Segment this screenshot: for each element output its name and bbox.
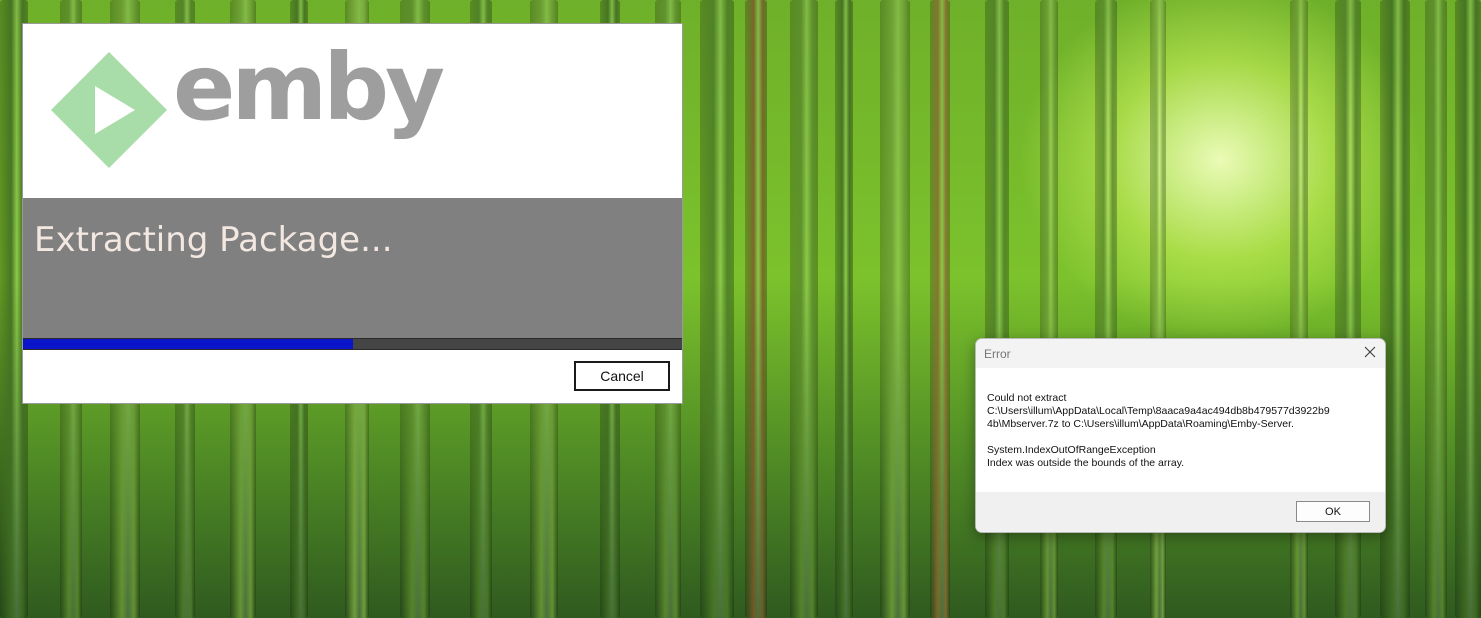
extraction-progress-bar — [23, 338, 682, 350]
emby-installer-window: emby Extracting Package... Cancel — [22, 23, 683, 404]
dialog-title: Error — [984, 347, 1011, 361]
bamboo-stalk — [1425, 0, 1447, 618]
error-dialog: Error Could not extract C:\Users\illum\A… — [975, 338, 1386, 533]
cancel-button[interactable]: Cancel — [574, 361, 670, 391]
error-message-line: 4b\Mbserver.7z to C:\Users\illum\AppData… — [987, 418, 1294, 430]
close-icon — [1364, 346, 1376, 358]
exception-message: Index was outside the bounds of the arra… — [987, 457, 1185, 469]
logo-banner: emby — [23, 24, 682, 198]
ok-button[interactable]: OK — [1296, 501, 1370, 522]
error-message-line: Could not extract — [987, 392, 1067, 404]
installer-button-bar: Cancel — [23, 350, 682, 403]
close-button[interactable] — [1359, 341, 1381, 363]
bamboo-stalk — [1455, 0, 1481, 618]
emby-logo-icon — [51, 52, 167, 168]
desktop-wallpaper: emby Extracting Package... Cancel Error … — [0, 0, 1481, 618]
error-message-line: C:\Users\illum\AppData\Local\Temp\8aaca9… — [987, 405, 1330, 417]
exception-type: System.IndexOutOfRangeException — [987, 444, 1156, 456]
dialog-titlebar: Error — [976, 339, 1385, 368]
bamboo-stalk — [790, 0, 818, 618]
progress-bar-fill — [23, 339, 353, 349]
status-panel: Extracting Package... — [23, 198, 682, 338]
dialog-footer: OK — [976, 492, 1385, 532]
bamboo-stalk — [930, 0, 950, 618]
bamboo-stalk — [700, 0, 734, 618]
status-text: Extracting Package... — [34, 220, 393, 260]
error-message: Could not extract C:\Users\illum\AppData… — [987, 392, 1367, 470]
bamboo-stalk — [880, 0, 910, 618]
emby-logo-text: emby — [173, 34, 445, 141]
bamboo-stalk — [835, 0, 853, 618]
bamboo-stalk — [745, 0, 767, 618]
